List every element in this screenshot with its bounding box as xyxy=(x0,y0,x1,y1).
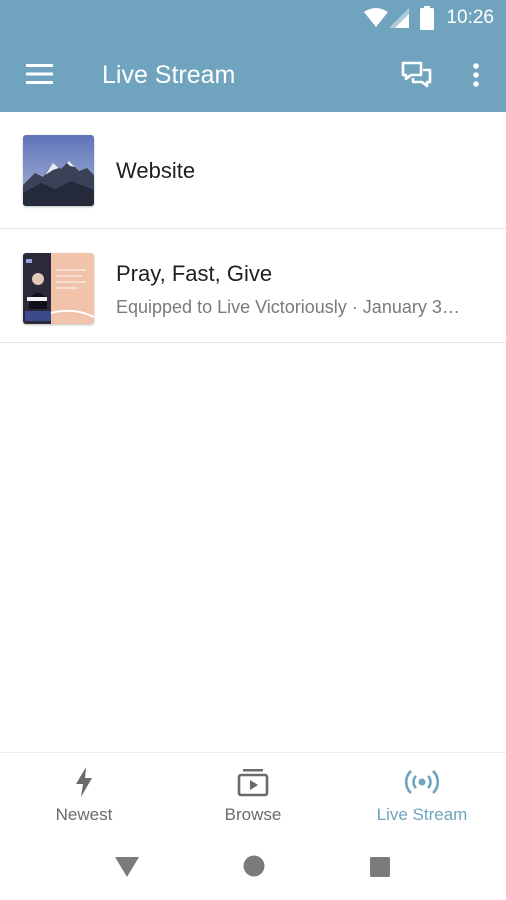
list-item-pray-fast-give[interactable]: Pray, Fast, Give Equipped to Live Victor… xyxy=(0,229,506,343)
more-options-button[interactable] xyxy=(466,60,486,90)
tab-label: Newest xyxy=(55,805,113,824)
mountain-thumbnail xyxy=(23,135,94,206)
page-title: Live Stream xyxy=(102,61,236,89)
hamburger-menu-icon xyxy=(26,64,53,84)
app-bar: 10:26 Live Stream xyxy=(0,0,506,112)
broadcast-icon xyxy=(405,770,439,794)
cell-signal-icon xyxy=(389,8,409,28)
tab-browse[interactable]: Browse xyxy=(169,753,337,833)
live-stream-list: Website Pray, Fast, Give Equipped to Liv… xyxy=(0,112,506,343)
sermon-thumbnail xyxy=(23,253,94,324)
item-subtitle: Equipped to Live Victoriously · January … xyxy=(116,297,460,317)
status-time: 10:26 xyxy=(446,7,494,28)
bolt-icon xyxy=(76,767,92,797)
item-title: Website xyxy=(116,158,196,183)
status-bar: 10:26 xyxy=(0,0,506,36)
item-title: Pray, Fast, Give xyxy=(116,261,273,286)
tab-label: Live Stream xyxy=(376,805,468,824)
battery-icon xyxy=(420,6,434,30)
home-circle-icon[interactable] xyxy=(243,855,265,877)
recents-square-icon[interactable] xyxy=(369,856,391,878)
system-navigation-bar xyxy=(0,832,506,900)
more-vert-icon xyxy=(473,63,479,87)
tab-newest[interactable]: Newest xyxy=(0,753,168,833)
bottom-navigation: Newest Browse Live Stream xyxy=(0,752,506,833)
tab-label: Browse xyxy=(224,805,282,824)
video-library-icon xyxy=(237,769,269,797)
chat-button[interactable] xyxy=(399,58,435,92)
list-item-website[interactable]: Website xyxy=(0,112,506,229)
back-triangle-icon[interactable] xyxy=(114,856,140,878)
wifi-icon xyxy=(364,8,388,27)
menu-button[interactable] xyxy=(24,60,56,88)
tab-live-stream[interactable]: Live Stream xyxy=(338,753,506,833)
chat-icon xyxy=(401,61,432,88)
